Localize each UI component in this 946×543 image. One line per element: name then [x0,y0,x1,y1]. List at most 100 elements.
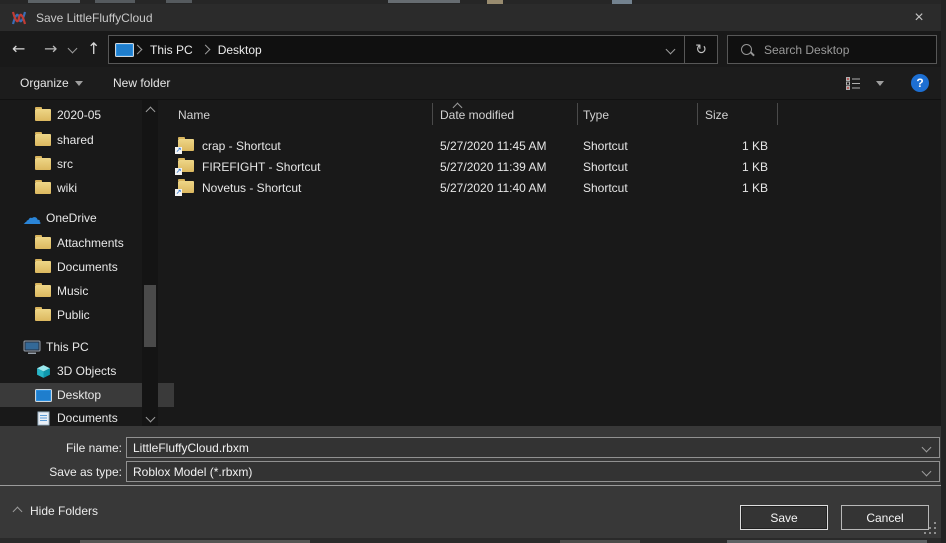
history-dropdown-icon[interactable] [68,44,78,54]
sidebar-item-label: 3D Objects [57,364,116,378]
shortcut-folder-icon: ↗ [178,181,194,194]
file-type: Shortcut [583,181,628,195]
folder-icon [33,182,53,194]
sidebar-item-label: Desktop [57,388,101,402]
details-view-icon [846,77,861,90]
sidebar-item-label: This PC [46,340,89,354]
save-dialog-window: Save LittleFluffyCloud × ← → ↑ This PC D… [0,0,946,543]
sidebar-item-label: src [57,157,73,171]
novetus-app-icon [10,9,28,27]
forward-button[interactable]: → [44,41,57,57]
underlying-window-sliver-right [941,0,946,543]
search-icon [741,44,752,55]
chevron-down-icon[interactable] [922,467,932,477]
file-date-modified: 5/27/2020 11:45 AM [440,139,547,153]
resize-grip[interactable] [934,532,936,534]
folder-icon [33,237,53,249]
back-button[interactable]: ← [12,41,25,57]
up-button[interactable]: ↑ [87,41,100,57]
organize-label: Organize [20,76,69,90]
scroll-up-icon[interactable] [146,107,156,117]
folder-icon [33,285,53,297]
sidebar-scrollbar[interactable] [142,100,158,432]
breadcrumb-chevron-icon [133,45,143,55]
window-title: Save LittleFluffyCloud [36,11,153,25]
file-date-modified: 5/27/2020 11:40 AM [440,181,547,195]
sidebar-item-label: Public [57,308,90,322]
file-size: 1 KB [690,181,768,195]
column-resize-handle[interactable] [697,103,698,125]
cancel-button[interactable]: Cancel [841,505,929,530]
hide-folders-label: Hide Folders [30,504,98,518]
refresh-button[interactable]: ↻ [695,42,707,58]
file-name-label: File name: [16,441,122,455]
sidebar-item-label: Attachments [57,236,124,250]
sidebar-item-label: OneDrive [46,211,97,225]
save-as-type-dropdown[interactable]: Roblox Model (*.rbxm) [126,461,940,482]
navigation-bar: ← → ↑ This PC Desktop ↻ [0,31,941,67]
file-size: 1 KB [690,160,768,174]
sidebar-item-onedrive[interactable]: ☁ OneDrive [0,206,163,230]
sidebar-item-label: Music [57,284,88,298]
file-type: Shortcut [583,139,628,153]
column-header-date-modified[interactable]: Date modified [440,108,514,122]
close-button[interactable]: × [902,4,936,31]
sidebar-item-label: Documents [57,260,118,274]
hide-folders-button[interactable]: Hide Folders [14,504,98,518]
scrollbar-thumb[interactable] [144,285,156,347]
column-resize-handle[interactable] [777,103,778,125]
column-header-size[interactable]: Size [705,108,728,122]
address-bar[interactable]: This PC Desktop ↻ [108,35,718,64]
file-row-crap-shortcut[interactable]: ↗ crap - Shortcut 5/27/2020 11:45 AM Sho… [165,136,941,157]
view-mode-dropdown[interactable] [876,67,884,99]
file-name: FIREFIGHT - Shortcut [202,160,320,174]
breadcrumb-desktop[interactable]: Desktop [218,43,262,57]
column-header-type[interactable]: Type [583,108,609,122]
new-folder-button[interactable]: New folder [113,67,170,99]
folder-icon [33,134,53,146]
file-name-field[interactable] [126,437,940,458]
document-icon [33,411,53,426]
file-row-firefight-shortcut[interactable]: ↗ FIREFIGHT - Shortcut 5/27/2020 11:39 A… [165,157,941,178]
folder-icon [33,158,53,170]
title-bar: Save LittleFluffyCloud × [0,4,941,31]
sidebar-item-label: Documents [57,411,118,425]
file-type: Shortcut [583,160,628,174]
column-resize-handle[interactable] [432,103,433,125]
chevron-down-icon[interactable] [922,443,932,453]
file-name: Novetus - Shortcut [202,181,301,195]
column-resize-handle[interactable] [577,103,578,125]
sidebar-item-label: 2020-05 [57,108,101,122]
scroll-down-icon[interactable] [146,413,156,423]
help-button[interactable]: ? [911,74,929,92]
file-row-novetus-shortcut[interactable]: ↗ Novetus - Shortcut 5/27/2020 11:40 AM … [165,178,941,199]
breadcrumb-this-pc[interactable]: This PC [150,43,193,57]
address-dropdown-icon[interactable] [666,45,676,55]
file-name-input[interactable] [127,441,923,455]
folder-icon [33,109,53,121]
organize-button[interactable]: Organize [20,67,83,99]
dropdown-triangle-icon [75,81,83,86]
list-header: Name Date modified Type Size [165,100,941,127]
breadcrumb-chevron-icon [200,45,210,55]
desktop-location-icon [115,43,134,57]
file-date-modified: 5/27/2020 11:39 AM [440,160,547,174]
column-header-name[interactable]: Name [178,108,210,122]
file-name: crap - Shortcut [202,139,281,153]
new-folder-label: New folder [113,76,170,90]
shortcut-folder-icon: ↗ [178,160,194,173]
fields-panel: File name: Save as type: Roblox Model (*… [0,426,941,485]
shortcut-arrow-icon: ↗ [175,189,182,196]
search-input[interactable] [762,42,936,58]
divider [684,36,685,64]
folder-icon [33,261,53,273]
desktop-icon [33,389,53,402]
shortcut-folder-icon: ↗ [178,139,194,152]
footer-bar: Hide Folders Save Cancel [0,486,941,538]
shortcut-arrow-icon: ↗ [175,147,182,154]
sidebar-item-this-pc[interactable]: This PC [0,335,163,359]
view-mode-button[interactable] [846,67,861,99]
save-button[interactable]: Save [740,505,828,530]
folder-icon [33,309,53,321]
search-box[interactable] [727,35,937,64]
